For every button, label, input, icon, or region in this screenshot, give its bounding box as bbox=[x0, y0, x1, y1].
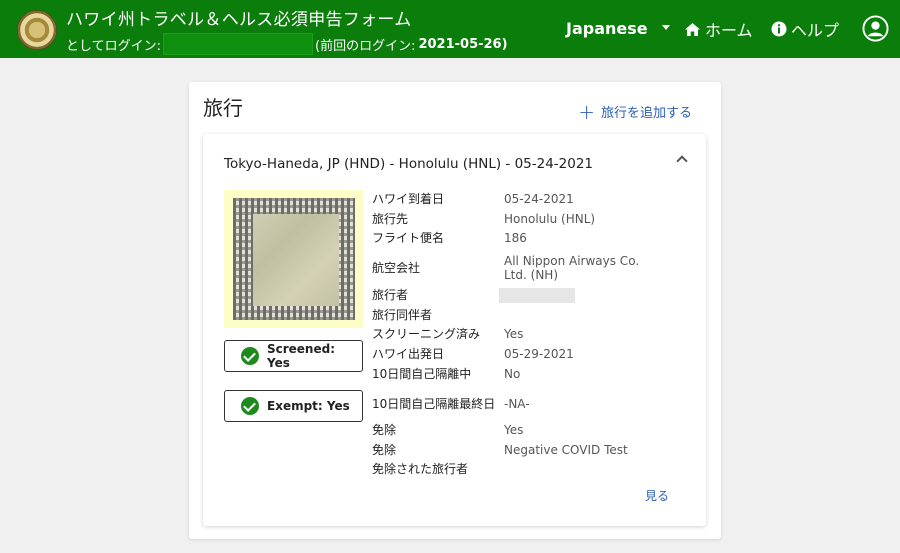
add-trip-label: 旅行を追加する bbox=[600, 106, 692, 121]
detail-label: 旅行先 bbox=[372, 211, 409, 226]
exempt-badge: Exempt: Yes bbox=[224, 390, 363, 422]
login-info: としてログイン: (前回のログイン: 2021-05-26) bbox=[66, 33, 508, 55]
exempt-label: Exempt: Yes bbox=[267, 399, 350, 413]
last-login-prefix: (前回のログイン: bbox=[315, 38, 416, 54]
detail-label: スクリーニング済み bbox=[372, 327, 481, 342]
help-link[interactable]: ヘルプ bbox=[771, 17, 839, 41]
home-icon bbox=[685, 22, 700, 36]
detail-row: 10日間自己隔離最終日 -NA- bbox=[372, 384, 702, 421]
detail-value: No bbox=[504, 366, 521, 381]
detail-row: 免除 Yes bbox=[372, 421, 702, 441]
detail-label: 旅行者 bbox=[372, 287, 409, 302]
last-login-date: 2021-05-26) bbox=[418, 36, 508, 52]
detail-label: 免除 bbox=[372, 442, 397, 457]
language-select[interactable]: Japanese bbox=[566, 19, 648, 38]
detail-row: 旅行先 Honolulu (HNL) bbox=[372, 210, 702, 230]
redacted-traveler-name bbox=[499, 287, 575, 303]
detail-label: 10日間自己隔離中 bbox=[372, 366, 472, 381]
plus-icon: + bbox=[578, 99, 595, 124]
detail-row: 免除 Negative COVID Test bbox=[372, 441, 702, 461]
detail-value: Yes bbox=[504, 423, 524, 438]
top-bar: ハワイ州トラベル＆ヘルス必須申告フォーム としてログイン: (前回のログイン: … bbox=[0, 0, 900, 58]
check-circle-icon bbox=[241, 397, 259, 415]
qr-code bbox=[224, 190, 363, 328]
detail-value: All Nippon Airways Co. Ltd. (NH) bbox=[504, 254, 640, 283]
detail-label: 旅行同伴者 bbox=[372, 307, 433, 322]
detail-value: Honolulu (HNL) bbox=[504, 211, 596, 226]
detail-row: 航空会社 All Nippon Airways Co. Ltd. (NH) bbox=[372, 249, 702, 286]
trip-details: ハワイ到着日 05-24-2021 旅行先 Honolulu (HNL) フライ… bbox=[372, 190, 702, 480]
user-account-icon[interactable] bbox=[862, 15, 889, 42]
detail-row: ハワイ出発日 05-29-2021 bbox=[372, 345, 702, 365]
detail-value: 186 bbox=[504, 231, 527, 246]
detail-value: 05-29-2021 bbox=[504, 346, 574, 361]
qr-code-blur bbox=[252, 214, 339, 306]
detail-label: フライト便名 bbox=[372, 231, 445, 246]
view-link[interactable]: 見る bbox=[645, 487, 669, 504]
detail-row: 免除された旅行者 bbox=[372, 460, 702, 480]
detail-label: ハワイ出発日 bbox=[372, 346, 445, 361]
page-title: 旅行 bbox=[203, 96, 243, 120]
trip-panel: Tokyo-Haneda, JP (HND) - Honolulu (HNL) … bbox=[203, 134, 706, 526]
info-icon bbox=[771, 21, 787, 37]
detail-row: 旅行者 bbox=[372, 286, 702, 306]
detail-label: 免除 bbox=[372, 423, 397, 438]
detail-label: 免除された旅行者 bbox=[372, 462, 469, 477]
trip-route-title[interactable]: Tokyo-Haneda, JP (HND) - Honolulu (HNL) … bbox=[224, 156, 593, 172]
check-circle-icon bbox=[241, 347, 259, 365]
detail-value bbox=[499, 286, 702, 306]
home-link[interactable]: ホーム bbox=[684, 17, 753, 41]
detail-value: Yes bbox=[504, 327, 524, 342]
detail-label: 10日間自己隔離最終日 bbox=[372, 396, 496, 411]
chevron-up-icon[interactable] bbox=[676, 155, 688, 167]
detail-label: 航空会社 bbox=[372, 261, 421, 276]
screened-badge: Screened: Yes bbox=[224, 340, 363, 372]
detail-value: -NA- bbox=[504, 396, 530, 411]
add-trip-button[interactable]: + 旅行を追加する bbox=[578, 99, 692, 124]
detail-value: Negative COVID Test bbox=[504, 442, 628, 457]
detail-row: スクリーニング済み Yes bbox=[372, 325, 702, 345]
state-seal-logo bbox=[17, 10, 57, 50]
detail-row: フライト便名 186 bbox=[372, 229, 702, 249]
qr-code-image bbox=[232, 198, 355, 320]
detail-value bbox=[504, 460, 702, 462]
help-label: ヘルプ bbox=[791, 21, 840, 40]
chevron-down-icon[interactable] bbox=[662, 25, 670, 30]
app-title: ハワイ州トラベル＆ヘルス必須申告フォーム bbox=[66, 10, 412, 30]
home-label: ホーム bbox=[705, 21, 753, 40]
detail-label: ハワイ到着日 bbox=[372, 192, 445, 206]
trips-card: 旅行 + 旅行を追加する Tokyo-Haneda, JP (HND) - Ho… bbox=[189, 82, 721, 539]
detail-row: 旅行同伴者 bbox=[372, 306, 702, 326]
redacted-username bbox=[163, 33, 313, 55]
screened-label: Screened: Yes bbox=[266, 342, 336, 370]
detail-row: 10日間自己隔離中 No bbox=[372, 365, 702, 385]
detail-row: ハワイ到着日 05-24-2021 bbox=[372, 190, 702, 210]
detail-value: 05-24-2021 bbox=[504, 192, 574, 206]
login-prefix: としてログイン: bbox=[66, 38, 161, 54]
detail-value bbox=[504, 306, 702, 308]
